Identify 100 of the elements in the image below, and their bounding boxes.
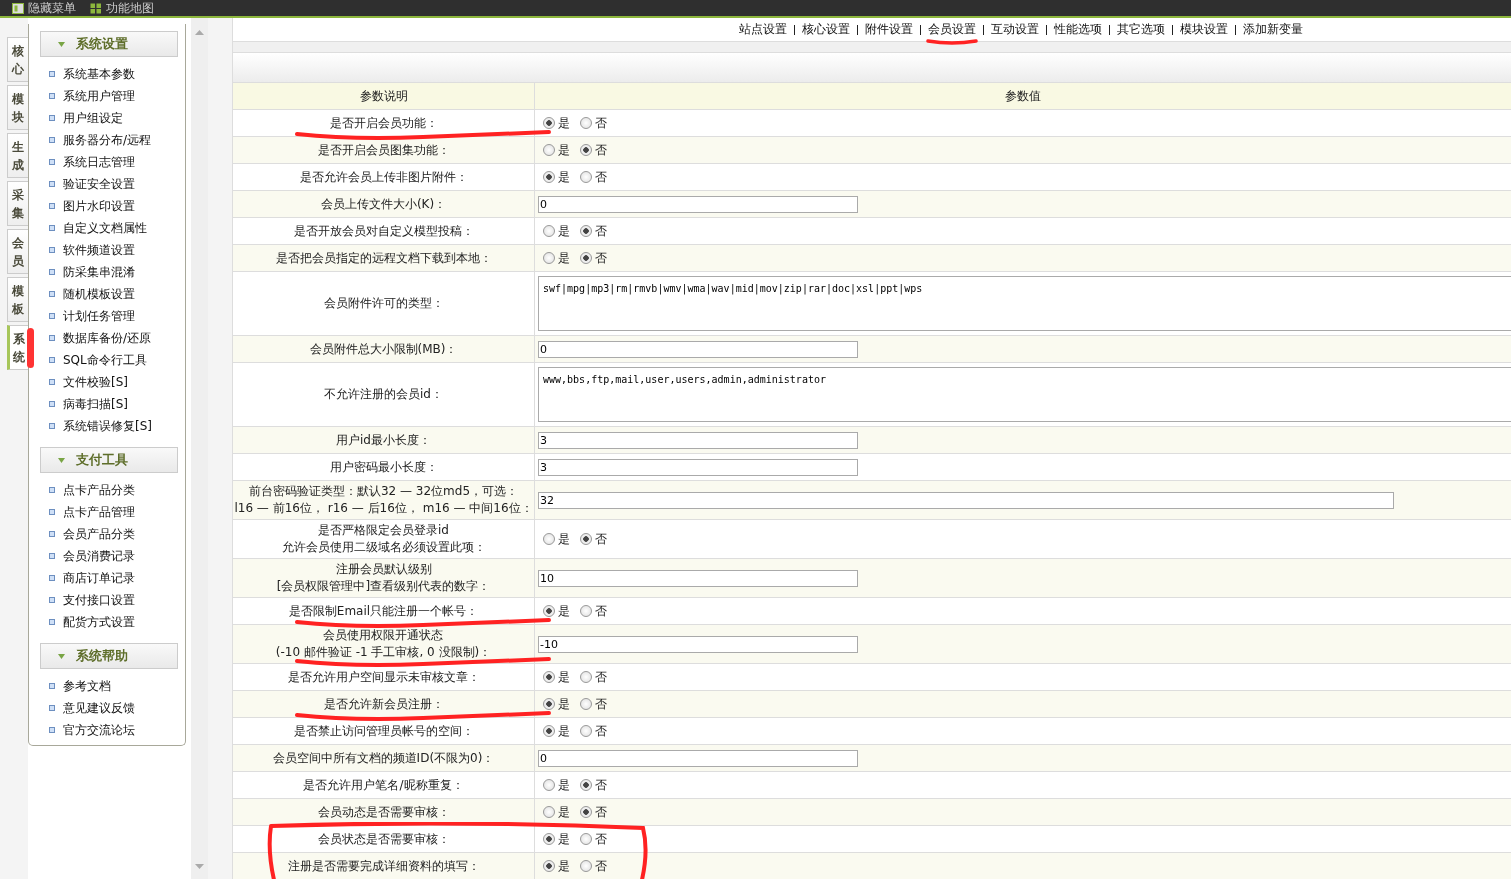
menu-link[interactable]: 意见建议反馈 <box>63 699 135 717</box>
bullet-icon <box>49 379 55 385</box>
radio-option[interactable]: 是 <box>543 114 570 132</box>
top-menu-link[interactable]: 功能地图 <box>90 0 154 17</box>
section-header[interactable]: 支付工具 <box>40 447 178 473</box>
radio-option[interactable]: 否 <box>580 830 607 848</box>
radio-option[interactable]: 否 <box>580 776 607 794</box>
radio-option[interactable]: 是 <box>543 668 570 686</box>
radio-option[interactable]: 否 <box>580 141 607 159</box>
radio-option[interactable]: 否 <box>580 668 607 686</box>
menu-link[interactable]: 防采集串混淆 <box>63 263 135 281</box>
side-tab[interactable]: 生成 <box>7 133 28 178</box>
radio-option[interactable]: 是 <box>543 776 570 794</box>
parameter-label: 用户密码最小长度： <box>233 454 535 480</box>
input-field[interactable]: 3 <box>538 458 858 476</box>
menu-link[interactable]: 点卡产品分类 <box>63 481 135 499</box>
bullet-icon <box>49 487 55 493</box>
menu-link[interactable]: 用户组设定 <box>63 109 123 127</box>
menu-link[interactable]: 自定义文档属性 <box>63 219 147 237</box>
side-tab[interactable]: 模板 <box>7 277 28 322</box>
menu-link[interactable]: 系统日志管理 <box>63 153 135 171</box>
radio-option[interactable]: 否 <box>580 222 607 240</box>
parameter-label: 是否把会员指定的远程文档下载到本地： <box>233 245 535 271</box>
side-tab[interactable]: 会员 <box>7 229 28 274</box>
menu-link[interactable]: SQL命令行工具 <box>63 351 147 369</box>
text-area[interactable]: www,bbs,ftp,mail,user,users,admin,administrator <box>538 367 1511 422</box>
radio-option[interactable]: 否 <box>580 168 607 186</box>
input-field[interactable]: 3 <box>538 431 858 449</box>
side-tab[interactable]: 采集 <box>7 181 28 226</box>
menu-link[interactable]: 官方交流论坛 <box>63 721 135 739</box>
settings-tab[interactable]: 会员设置 <box>928 21 976 38</box>
parameter-label: 是否允许会员上传非图片附件： <box>233 164 535 190</box>
settings-tab[interactable]: 其它选项 <box>1117 21 1165 38</box>
settings-tab[interactable]: 互动设置 <box>991 21 1039 38</box>
parameter-label: 会员空间中所有文档的频道ID(不限为0)： <box>233 745 535 771</box>
radio-option[interactable]: 否 <box>580 114 607 132</box>
bullet-icon <box>49 401 55 407</box>
radio-option[interactable]: 是 <box>543 530 570 548</box>
settings-tab[interactable]: 模块设置 <box>1180 21 1228 38</box>
radio-option[interactable]: 是 <box>543 803 570 821</box>
text-area[interactable]: swf|mpg|mp3|rm|rmvb|wmv|wma|wav|mid|mov|zip|rar|doc|xsl|ppt|wps <box>538 276 1511 331</box>
menu-link[interactable]: 验证安全设置 <box>63 175 135 193</box>
radio-option[interactable]: 是 <box>543 141 570 159</box>
radio-option[interactable]: 否 <box>580 857 607 875</box>
scrollbar[interactable] <box>191 18 208 879</box>
scroll-down-icon[interactable] <box>195 864 204 869</box>
radio-option[interactable]: 是 <box>543 168 570 186</box>
side-tab[interactable]: 模块 <box>7 85 28 130</box>
radio-option[interactable]: 是 <box>543 249 570 267</box>
menu-link[interactable]: 数据库备份/还原 <box>63 329 152 347</box>
radio-option[interactable]: 否 <box>580 722 607 740</box>
menu-link[interactable]: 系统错误修复[S] <box>63 417 152 435</box>
input-field[interactable]: 10 <box>538 569 858 587</box>
top-menu-link[interactable]: 隐藏菜单 <box>12 0 76 17</box>
menu-link[interactable]: 商店订单记录 <box>63 569 135 587</box>
menu-link[interactable]: 计划任务管理 <box>63 307 135 325</box>
radio-option[interactable]: 是 <box>543 722 570 740</box>
radio-option[interactable]: 否 <box>580 602 607 620</box>
menu-link[interactable]: 会员产品分类 <box>63 525 135 543</box>
menu-link[interactable]: 图片水印设置 <box>63 197 135 215</box>
side-tab[interactable]: 系统 <box>7 325 28 370</box>
menu-link[interactable]: 文件校验[S] <box>63 373 128 391</box>
menu-link[interactable]: 软件频道设置 <box>63 241 135 259</box>
menu-link[interactable]: 系统用户管理 <box>63 87 135 105</box>
input-field[interactable]: 0 <box>538 340 858 358</box>
radio-option[interactable]: 是 <box>543 695 570 713</box>
menu-link[interactable]: 系统基本参数 <box>63 65 135 83</box>
section-header[interactable]: 系统帮助 <box>40 643 178 669</box>
parameter-label: 是否禁止访问管理员帐号的空间： <box>233 718 535 744</box>
menu-link[interactable]: 参考文档 <box>63 677 111 695</box>
menu-link[interactable]: 病毒扫描[S] <box>63 395 128 413</box>
scroll-up-icon[interactable] <box>195 30 204 35</box>
menu-link[interactable]: 配货方式设置 <box>63 613 135 631</box>
section-header[interactable]: 系统设置 <box>40 31 178 57</box>
radio-option[interactable]: 否 <box>580 803 607 821</box>
input-field[interactable]: 0 <box>538 749 858 767</box>
input-field[interactable]: -10 <box>538 635 858 653</box>
radio-option[interactable]: 是 <box>543 602 570 620</box>
parameter-label: 是否严格限定会员登录id 允许会员使用二级域名必须设置此项： <box>233 520 535 558</box>
side-tab[interactable]: 核心 <box>7 37 28 82</box>
settings-tab[interactable]: 核心设置 <box>802 21 850 38</box>
menu-link[interactable]: 服务器分布/远程 <box>63 131 152 149</box>
bullet-icon <box>49 509 55 515</box>
radio-option[interactable]: 是 <box>543 830 570 848</box>
radio-option[interactable]: 否 <box>580 249 607 267</box>
settings-tab[interactable]: 添加新变量 <box>1243 21 1303 38</box>
settings-tab[interactable]: 性能选项 <box>1054 21 1102 38</box>
radio-option[interactable]: 是 <box>543 857 570 875</box>
settings-tab[interactable]: 站点设置 <box>739 21 787 38</box>
menu-link[interactable]: 支付接口设置 <box>63 591 135 609</box>
menu-link[interactable]: 会员消费记录 <box>63 547 135 565</box>
menu-link[interactable]: 随机模板设置 <box>63 285 135 303</box>
bullet-icon <box>49 247 55 253</box>
input-field[interactable]: 32 <box>538 491 1394 509</box>
input-field[interactable]: 0 <box>538 195 858 213</box>
menu-link[interactable]: 点卡产品管理 <box>63 503 135 521</box>
settings-tab[interactable]: 附件设置 <box>865 21 913 38</box>
radio-option[interactable]: 否 <box>580 530 607 548</box>
radio-option[interactable]: 是 <box>543 222 570 240</box>
radio-option[interactable]: 否 <box>580 695 607 713</box>
